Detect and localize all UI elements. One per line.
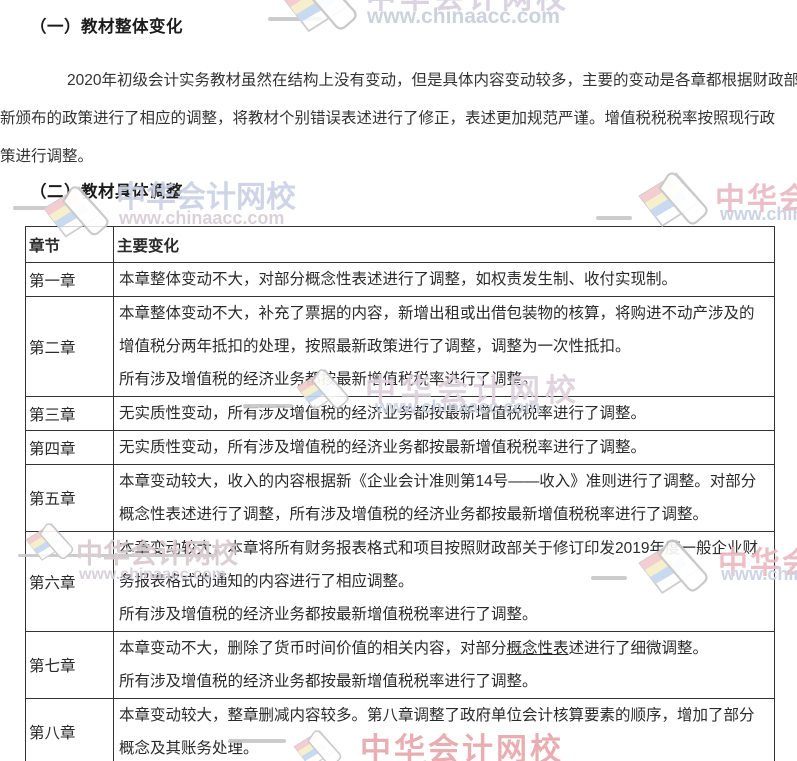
table-header-row: 章节 主要变化 <box>25 226 775 263</box>
changes-line: 无实质性变动，所有涉及增值税的经济业务都按最新增值税税率进行了调整。 <box>119 405 647 422</box>
table-row: 第五章 本章变动较大，收入的内容根据新《企业会计准则第14号——收入》准则进行了调… <box>25 464 775 532</box>
section-heading-overall-changes: （一）教材整体变化 <box>30 18 183 36</box>
changes-cell: 本章变动不大，删除了货币时间价值的相关内容，对部分概念性表述进行了细微调整。所有… <box>113 631 775 699</box>
changes-line: 本章变动较大，整章删减内容较多。第八章调整了政府单位会计核算要素的顺序，增加了部… <box>119 707 755 724</box>
paragraph-line: 策进行调整。 <box>0 148 94 165</box>
table-row: 第三章 无实质性变动，所有涉及增值税的经济业务都按最新增值税税率进行了调整。 <box>25 396 775 431</box>
changes-line: 所有涉及增值税的经济业务都按最新增值税税率进行了调整。 <box>119 673 538 690</box>
changes-cell: 本章整体变动不大，补充了票据的内容，新增出租或出借包装物的核算，将购进不动产涉及… <box>113 296 775 397</box>
chapter-cell: 第一章 <box>25 262 114 297</box>
watermark-dash <box>596 216 632 220</box>
changes-cell: 本章变动较大，整章删减内容较多。第八章调整了政府单位会计核算要素的顺序，增加了部… <box>113 698 775 761</box>
changes-line: 本章变动较大，收入的内容根据新《企业会计准则第14号——收入》准则进行了调整。对… <box>119 473 757 490</box>
watermark-dash <box>13 206 59 210</box>
changes-line: 所有涉及增值税的经济业务都按最新增值税税率进行了调整。 <box>119 371 538 388</box>
table-row: 第一章 本章整体变动不大，对部分概念性表述进行了调整，如权责发生制、收付实现制。 <box>25 262 775 297</box>
intro-paragraph: 2020年初级会计实务教材虽然在结构上没有变动，但是具体内容变动较多，主要的变动… <box>0 62 797 176</box>
table-row: 第七章 本章变动不大，删除了货币时间价值的相关内容，对部分概念性表述进行了细微调整… <box>25 631 775 699</box>
changes-line-segment: 本章变动不大，删除了货币时间价值的相关内容，对部分 <box>119 640 507 657</box>
changes-line-segment: 述进行了细微调整。 <box>568 640 709 657</box>
changes-cell: 无实质性变动，所有涉及增值税的经济业务都按最新增值税税率进行了调整。 <box>113 430 775 465</box>
table-row: 第六章 本章变动较大，本章将所有财务报表格式和项目按照财政部关于修订印发2019年… <box>25 531 775 632</box>
col-header-main-changes: 主要变化 <box>113 226 775 263</box>
chapter-cell: 第八章 <box>25 698 114 761</box>
changes-line: 无实质性变动，所有涉及增值税的经济业务都按最新增值税税率进行了调整。 <box>119 439 647 456</box>
changes-line: 本章变动不大，删除了货币时间价值的相关内容，对部分概念性表述进行了细微调整。 <box>119 632 770 665</box>
changes-line: 概念性表述进行了调整，所有涉及增值税的经济业务都按最新增值税税率进行了调整。 <box>119 506 709 523</box>
changes-cell: 本章整体变动不大，对部分概念性表述进行了调整，如权责发生制、收付实现制。 <box>113 262 775 297</box>
chapter-cell: 第四章 <box>25 430 114 465</box>
table-row: 第八章 本章变动较大，整章删减内容较多。第八章调整了政府单位会计核算要素的顺序，增… <box>25 698 775 761</box>
changes-line: 本章整体变动不大，补充了票据的内容，新增出租或出借包装物的核算，将购进不动产涉及… <box>119 305 755 322</box>
chapter-cell: 第三章 <box>25 396 114 431</box>
changes-line: 本章变动较大，本章将所有财务报表格式和项目按照财政部关于修订印发2019年度一般… <box>119 540 758 557</box>
paragraph-line: 新颁布的政策进行了相应的调整，将教材个别错误表述进行了修正，表述更加规范严谨。增… <box>0 110 776 127</box>
document-page: （一）教材整体变化 2020年初级会计实务教材虽然在结构上没有变动，但是具体内容… <box>0 0 797 761</box>
changes-line: 所有涉及增值税的经济业务都按最新增值税税率进行了调整。 <box>119 606 538 623</box>
watermark-url-text: www.chinaacc.com <box>720 204 797 224</box>
col-header-chapter: 章节 <box>25 226 114 263</box>
changes-line: 本章整体变动不大，对部分概念性表述进行了调整，如权责发生制、收付实现制。 <box>119 271 678 288</box>
changes-cell: 本章变动较大，本章将所有财务报表格式和项目按照财政部关于修订印发2019年度一般… <box>113 531 775 632</box>
changes-cell: 无实质性变动，所有涉及增值税的经济业务都按最新增值税税率进行了调整。 <box>113 396 775 431</box>
changes-line: 概念及其账务处理。 <box>119 740 259 757</box>
section-heading-specific-adjustments: （二）教材具体调整 <box>30 183 183 201</box>
chapter-cell: 第六章 <box>25 531 114 632</box>
changes-cell: 本章变动较大，收入的内容根据新《企业会计准则第14号——收入》准则进行了调整。对… <box>113 464 775 532</box>
chapter-cell: 第五章 <box>25 464 114 532</box>
changes-line-segment: 概念性表 <box>506 640 569 657</box>
table-row: 第四章 无实质性变动，所有涉及增值税的经济业务都按最新增值税税率进行了调整。 <box>25 430 775 465</box>
table-row: 第二章 本章整体变动不大，补充了票据的内容，新增出租或出借包装物的核算，将购进不动… <box>25 296 775 397</box>
chapter-cell: 第七章 <box>25 631 114 699</box>
changes-line: 增值税分两年抵扣的处理，按照最新政策进行了调整，调整为一次性抵扣。 <box>119 338 631 355</box>
paragraph-line: 2020年初级会计实务教材虽然在结构上没有变动，但是具体内容变动较多，主要的变动… <box>67 72 797 89</box>
chapter-cell: 第二章 <box>25 296 114 397</box>
changes-line: 务报表格式的通知的内容进行了相应调整。 <box>119 573 414 590</box>
changes-table: 章节 主要变化 第一章 本章整体变动不大，对部分概念性表述进行了调整，如权责发生制… <box>25 226 775 761</box>
